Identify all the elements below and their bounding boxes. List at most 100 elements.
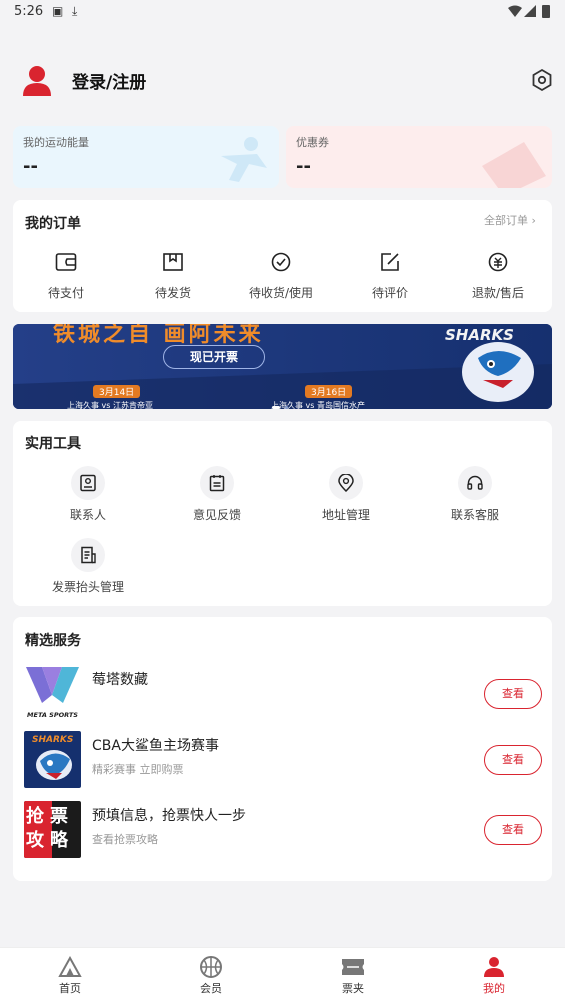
service-row-cba[interactable]: SHARKS CBA大鲨鱼主场赛事 精彩赛事 立即购票 查看 <box>24 731 544 789</box>
tools-card: 实用工具 联系人 意见反馈 地址管理 联系客服 发票抬头管理 <box>13 421 552 606</box>
battery-icon <box>542 5 550 18</box>
order-label: 待发货 <box>154 286 191 300</box>
banner-match-1: 上海久事 vs 江苏肯帝亚 <box>67 401 153 409</box>
order-label: 待评价 <box>371 286 408 300</box>
view-button[interactable]: 查看 <box>484 815 542 845</box>
bottom-tab-bar: 首页 会员 票夹 我的 <box>0 947 565 1005</box>
energy-value: -- <box>23 156 38 177</box>
notification-a-icon: ▣ <box>52 4 64 18</box>
order-label: 待支付 <box>47 286 84 300</box>
check-circle-icon <box>271 252 291 272</box>
coupon-card[interactable]: 优惠券 -- <box>286 126 552 188</box>
tool-address[interactable]: 地址管理 <box>306 466 386 523</box>
orders-card: 我的订单 全部订单 › 待支付 待发货 待收货/使用 待评价 退款/售后 <box>13 200 552 312</box>
order-pending-shipment[interactable]: 待发货 <box>140 252 206 301</box>
profile-header: 登录/注册 <box>0 24 565 124</box>
service-subtitle: 查看抢票攻略 <box>92 833 158 846</box>
all-orders-link[interactable]: 全部订单 › <box>484 212 536 228</box>
energy-label: 我的运动能量 <box>23 136 89 149</box>
orders-title: 我的订单 <box>25 216 81 232</box>
coupon-value: -- <box>296 156 311 177</box>
tool-icon-bg <box>329 466 363 500</box>
tool-icon-bg <box>458 466 492 500</box>
tool-icon-bg <box>71 538 105 572</box>
tool-icon-bg <box>200 466 234 500</box>
ticket-guide-logo: 抢票攻略 <box>24 801 81 858</box>
tool-customer-service[interactable]: 联系客服 <box>435 466 515 523</box>
login-register-link[interactable]: 登录/注册 <box>72 68 146 93</box>
sharks-text: SHARKS <box>32 735 74 745</box>
edit-icon <box>381 253 399 271</box>
tool-label: 联系人 <box>69 508 106 522</box>
banner-brand: SHARKS <box>445 326 514 344</box>
box-icon <box>163 253 183 271</box>
view-button[interactable]: 查看 <box>484 745 542 775</box>
tab-mine[interactable]: 我的 <box>454 956 534 996</box>
services-title: 精选服务 <box>25 633 81 649</box>
order-label: 待收货/使用 <box>248 286 314 300</box>
contact-icon <box>80 474 96 492</box>
download-icon: ⤓ <box>72 4 78 18</box>
view-button[interactable]: 查看 <box>484 679 542 709</box>
tool-label: 发票抬头管理 <box>51 580 124 594</box>
tab-label: 会员 <box>200 982 222 995</box>
ticket-wallet-icon <box>342 959 364 975</box>
tab-label: 首页 <box>59 982 81 995</box>
banner-date-1: 3月14日 <box>93 385 141 398</box>
refund-icon <box>488 252 508 272</box>
tool-feedback[interactable]: 意见反馈 <box>177 466 257 523</box>
banner-cta[interactable]: 现已开票 <box>163 345 265 369</box>
tool-icon-bg <box>71 466 105 500</box>
order-pending-review[interactable]: 待评价 <box>357 252 423 301</box>
basketball-icon <box>200 956 222 978</box>
feedback-icon <box>209 475 225 492</box>
tool-label: 联系客服 <box>450 508 499 522</box>
home-logo-icon <box>58 956 82 977</box>
coupon-label: 优惠券 <box>296 136 329 149</box>
invoice-icon <box>81 546 96 564</box>
service-title: 莓塔数藏 <box>92 672 148 688</box>
wifi-icon <box>508 5 522 17</box>
avatar-icon[interactable] <box>20 64 54 98</box>
wallet-icon <box>55 253 77 271</box>
meta-sports-emblem <box>26 667 79 703</box>
tool-contacts[interactable]: 联系人 <box>48 466 128 523</box>
order-refund-aftersale[interactable]: 退款/售后 <box>463 252 533 301</box>
status-time: 5:26 <box>14 4 44 19</box>
order-label: 退款/售后 <box>471 286 525 300</box>
signal-icon <box>524 5 536 17</box>
banner-pager <box>272 394 289 409</box>
service-row-meta[interactable]: META SPORTS 莓塔数藏 查看 <box>24 665 544 723</box>
meta-sports-logo: META SPORTS <box>24 665 81 722</box>
sport-energy-card[interactable]: 我的运动能量 -- <box>13 126 279 188</box>
tool-label: 地址管理 <box>321 508 370 522</box>
runner-icon <box>221 137 267 182</box>
tab-member[interactable]: 会员 <box>171 956 251 996</box>
tab-label: 票夹 <box>342 982 364 995</box>
location-icon <box>338 474 354 492</box>
settings-gear-icon[interactable] <box>530 68 554 92</box>
ticket-icon <box>482 142 546 188</box>
order-pending-receipt[interactable]: 待收货/使用 <box>241 252 321 301</box>
person-icon <box>484 957 504 977</box>
all-orders-label: 全部订单 <box>484 214 528 227</box>
tool-invoice-title[interactable]: 发票抬头管理 <box>43 538 133 595</box>
tools-title: 实用工具 <box>25 436 81 452</box>
ticket-guide-text: 抢票攻略 <box>26 806 74 851</box>
service-row-ticket-guide[interactable]: 抢票攻略 预填信息，抢票快人一步 查看抢票攻略 查看 <box>24 801 544 859</box>
tab-ticket-wallet[interactable]: 票夹 <box>313 956 393 996</box>
service-title: 预填信息，抢票快人一步 <box>92 808 246 824</box>
headset-icon <box>467 475 483 490</box>
meta-sports-text: META SPORTS <box>27 711 78 719</box>
promo-banner[interactable]: 铁城之自 画阿未来 现已开票 3月14日 3月16日 上海久事 vs 江苏肯帝亚… <box>13 324 552 409</box>
service-title: CBA大鲨鱼主场赛事 <box>92 738 219 754</box>
status-bar: 5:26 ▣ ⤓ <box>0 0 565 24</box>
banner-date-2: 3月16日 <box>305 385 353 398</box>
tab-home[interactable]: 首页 <box>30 956 110 996</box>
chevron-right-icon: › <box>528 214 536 227</box>
order-pending-payment[interactable]: 待支付 <box>33 252 99 301</box>
tab-label: 我的 <box>483 982 505 995</box>
sharks-logo: SHARKS <box>24 731 81 788</box>
tool-label: 意见反馈 <box>192 508 241 522</box>
service-subtitle: 精彩赛事 立即购票 <box>92 763 184 776</box>
